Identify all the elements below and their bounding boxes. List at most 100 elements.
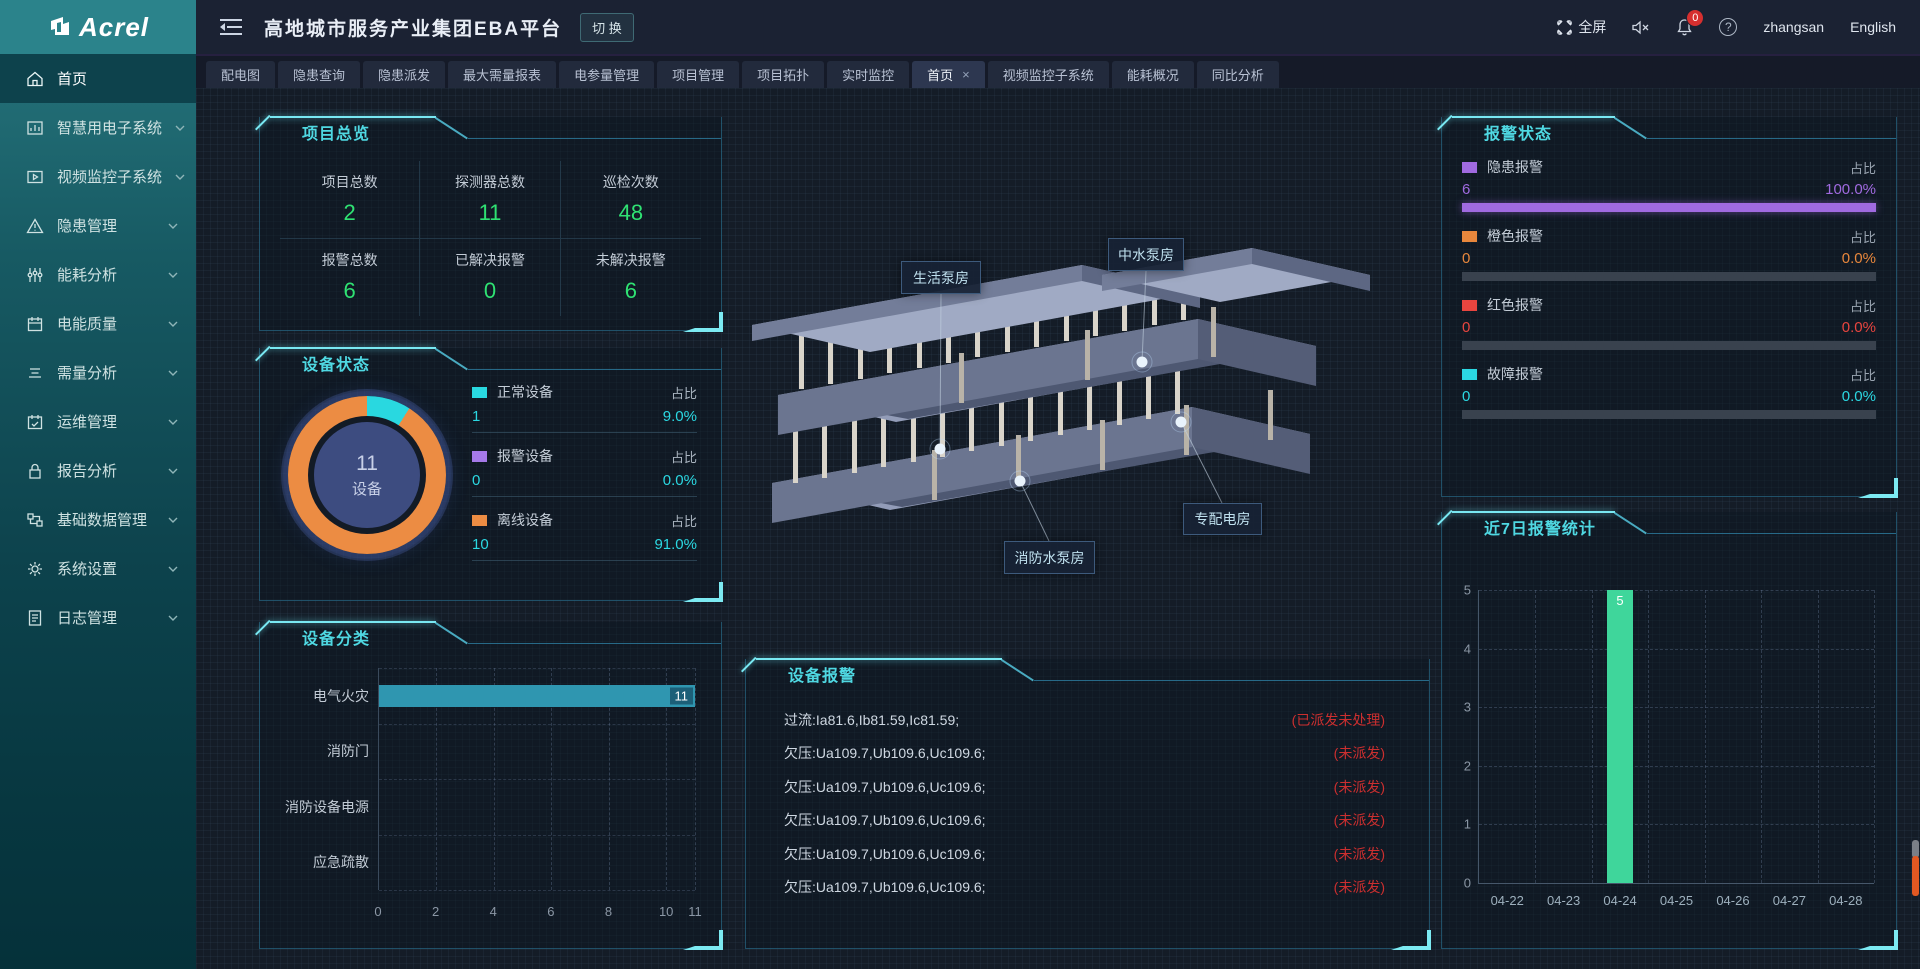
tab-item[interactable]: 项目拓扑 [742, 61, 824, 88]
calendar-check-icon [26, 413, 44, 431]
eba-dashboard: Acrel 高地城市服务产业集团EBA平台 切 换 全屏 [0, 0, 1920, 969]
username: zhangsan [1763, 19, 1824, 35]
list-lines-icon [26, 364, 44, 382]
open-tabs-bar: 配电图 隐患查询 隐患派发 最大需量报表 电参量管理 项目管理 项目拓扑 实时监… [196, 54, 1920, 88]
tab-item[interactable]: 最大需量报表 [448, 61, 556, 88]
tab-item[interactable]: 视频监控子系统 [988, 61, 1109, 88]
status-chip [1462, 369, 1477, 380]
page-scrollbar[interactable] [1912, 840, 1919, 900]
chevron-down-icon [168, 370, 178, 376]
device-category-bar-chart: 电气火灾 11 消防门 消防设备电源 [378, 668, 695, 890]
alarm-list: 过流:Ia81.6,Ib81.59,Ic81.59; (已派发未处理) 欠压:U… [784, 703, 1385, 936]
stat-resolved-alarms: 已解决报警 0 [420, 239, 560, 317]
chevron-down-icon [168, 272, 178, 278]
sidebar-item-home[interactable]: 首页 [0, 54, 196, 103]
sidebar-collapse-icon[interactable] [220, 19, 242, 35]
panel-title: 设备分类 [302, 625, 370, 649]
sidebar-item-energy-analysis[interactable]: 能耗分析 [0, 250, 196, 299]
legend-row-alarm: 报警设备 占比 0 0.0% [472, 446, 697, 497]
bar-chart-icon [26, 119, 44, 137]
notifications-button[interactable]: 0 [1676, 18, 1693, 36]
alarm-row[interactable]: 欠压:Ua109.7,Ub109.6,Uc109.6; (未派发) [784, 804, 1385, 838]
speaker-muted-icon [1632, 20, 1650, 35]
panel-title: 报警状态 [1484, 120, 1552, 144]
tab-item[interactable]: 同比分析 [1197, 61, 1279, 88]
bar-slot [1648, 590, 1704, 883]
status-row-orange: 橙色报警 占比 0 0.0% [1462, 226, 1876, 295]
user-menu[interactable]: zhangsan [1763, 19, 1824, 35]
gear-icon [26, 560, 44, 578]
sliders-icon [26, 266, 44, 284]
sidebar-item-smart-power[interactable]: 智慧用电子系统 [0, 103, 196, 152]
nodes-icon [26, 511, 44, 529]
stat-detectors: 探测器总数 11 [420, 161, 560, 239]
alarm-status-panel: 报警状态 隐患报警 占比 6 100.0% [1441, 117, 1897, 497]
page-title: 高地城市服务产业集团EBA平台 [264, 14, 562, 41]
tab-item[interactable]: 项目管理 [657, 61, 739, 88]
status-row-fault: 故障报警 占比 0 0.0% [1462, 364, 1876, 433]
sidebar-item-video-monitoring[interactable]: 视频监控子系统 [0, 152, 196, 201]
status-row-hazard: 隐患报警 占比 6 100.0% [1462, 157, 1876, 226]
bar-slot [1479, 590, 1535, 883]
bar-slot [1705, 590, 1761, 883]
document-icon [26, 609, 44, 627]
switch-project-button[interactable]: 切 换 [580, 13, 634, 42]
language-switcher[interactable]: English [1850, 19, 1896, 35]
chevron-down-icon [168, 517, 178, 523]
legend-row-offline: 离线设备 占比 10 91.0% [472, 510, 697, 561]
weekly-bar-chart: 5 4 3 2 1 0 5 [1478, 590, 1874, 884]
tab-item[interactable]: 实时监控 [827, 61, 909, 88]
sidebar-item-report-analysis[interactable]: 报告分析 [0, 446, 196, 495]
scrollbar-thumb-accent[interactable] [1912, 856, 1919, 896]
alarm-row[interactable]: 欠压:Ua109.7,Ub109.6,Uc109.6; (未派发) [784, 737, 1385, 771]
building-3d-model [736, 115, 1436, 660]
alarm-row[interactable]: 欠压:Ua109.7,Ub109.6,Uc109.6; (未派发) [784, 837, 1385, 871]
building-3d-view[interactable]: 生活泵房 中水泵房 消防水泵房 专配电房 [736, 115, 1436, 660]
panel-title: 近7日报警统计 [1484, 515, 1596, 539]
chevron-down-icon [168, 468, 178, 474]
tab-item[interactable]: 隐患查询 [278, 61, 360, 88]
bar-row: 消防门 [379, 724, 695, 780]
alarm-row[interactable]: 欠压:Ua109.7,Ub109.6,Uc109.6; (未派发) [784, 770, 1385, 804]
video-icon [26, 168, 44, 186]
tab-item-active-home[interactable]: 首页 × [912, 61, 985, 88]
chevron-down-icon [168, 223, 178, 229]
bar-row: 消防设备电源 [379, 779, 695, 835]
alarm-row[interactable]: 过流:Ia81.6,Ib81.59,Ic81.59; (已派发未处理) [784, 703, 1385, 737]
sidebar-item-hazard-management[interactable]: 隐患管理 [0, 201, 196, 250]
sidebar-item-base-data[interactable]: 基础数据管理 [0, 495, 196, 544]
building-label-life-pump-room[interactable]: 生活泵房 [901, 261, 981, 294]
help-button[interactable]: ? [1719, 18, 1737, 36]
donut-center-label: 11 设备 [314, 422, 420, 528]
status-chip [1462, 231, 1477, 242]
mute-button[interactable] [1632, 20, 1650, 35]
fullscreen-button[interactable]: 全屏 [1557, 17, 1606, 37]
tab-item[interactable]: 电参量管理 [559, 61, 654, 88]
sidebar-item-ops-management[interactable]: 运维管理 [0, 397, 196, 446]
building-label-reclaimed-water-pump-room[interactable]: 中水泵房 [1108, 238, 1184, 271]
lock-icon [26, 462, 44, 480]
building-label-fire-pump-room[interactable]: 消防水泵房 [1004, 541, 1095, 574]
device-category-panel: 设备分类 电气火灾 11 消防门 [259, 622, 722, 949]
tab-item[interactable]: 能耗概况 [1112, 61, 1194, 88]
chevron-down-icon [168, 321, 178, 327]
alarm-row[interactable]: 欠压:Ua109.7,Ub109.6,Uc109.6; (未派发) [784, 871, 1385, 905]
sidebar-item-demand-analysis[interactable]: 需量分析 [0, 348, 196, 397]
stat-inspections: 巡检次数 48 [561, 161, 701, 239]
device-status-donut-chart: 11 设备 [288, 396, 446, 554]
tab-close-icon[interactable]: × [962, 67, 970, 82]
building-label-distribution-room[interactable]: 专配电房 [1183, 503, 1262, 535]
tab-item[interactable]: 配电图 [206, 61, 275, 88]
sidebar-item-log-management[interactable]: 日志管理 [0, 593, 196, 642]
sidebar-item-system-settings[interactable]: 系统设置 [0, 544, 196, 593]
legend-chip [472, 451, 487, 462]
fullscreen-label: 全屏 [1578, 17, 1606, 37]
fullscreen-icon [1557, 20, 1572, 35]
sidebar-item-power-quality[interactable]: 电能质量 [0, 299, 196, 348]
acrel-logo-icon [47, 15, 73, 39]
bar-slot [1535, 590, 1591, 883]
stats-grid: 项目总数 2 探测器总数 11 巡检次数 48 报警总数 6 已解决报警 0 [280, 161, 701, 316]
weekly-alarm-stats-panel: 近7日报警统计 5 4 3 2 1 0 [1441, 512, 1897, 949]
tab-item[interactable]: 隐患派发 [363, 61, 445, 88]
brand-logo-text: Acrel [79, 12, 149, 43]
